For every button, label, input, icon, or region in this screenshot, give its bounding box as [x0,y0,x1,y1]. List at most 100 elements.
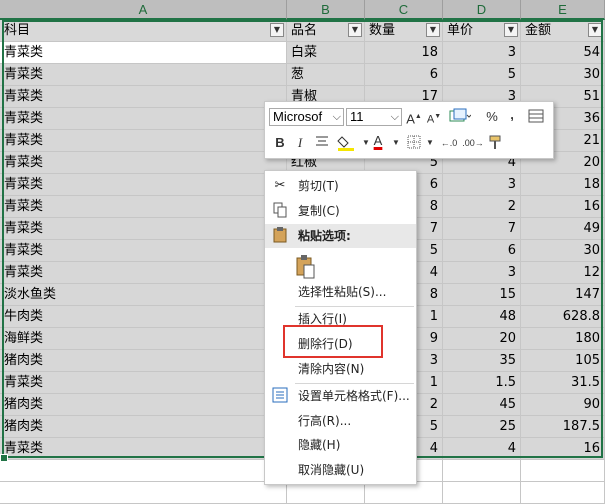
table-cell[interactable]: 葱 [287,64,365,86]
table-cell[interactable]: 1.5 [443,372,521,394]
header-cell[interactable]: 单价 ▼ [443,20,521,42]
menu-item-unhide[interactable]: 取消隐藏(U) [265,458,416,482]
format-table-icon[interactable] [527,108,545,126]
empty-cell[interactable] [443,460,521,482]
filter-dropdown-icon[interactable]: ▼ [426,23,440,37]
table-cell[interactable]: 猪肉类 [0,350,287,372]
table-cell[interactable]: 青菜类 [0,152,287,174]
increase-font-icon[interactable]: A▲ [405,108,423,126]
table-cell[interactable]: 4 [443,438,521,460]
header-cell[interactable]: 数量 ▼ [365,20,443,42]
fill-handle[interactable] [0,454,8,462]
table-cell[interactable]: 147 [521,284,605,306]
table-cell[interactable]: 3 [443,262,521,284]
format-painter-icon[interactable] [487,134,505,152]
table-cell[interactable]: 青菜类 [0,218,287,240]
table-cell[interactable]: 35 [443,350,521,372]
table-cell[interactable]: 90 [521,394,605,416]
table-cell[interactable]: 青菜类 [0,196,287,218]
table-cell[interactable]: 31.5 [521,372,605,394]
empty-cell[interactable] [0,482,287,504]
menu-item-format-cells[interactable]: 设置单元格格式(F)... [265,384,416,408]
table-cell[interactable]: 30 [521,64,605,86]
menu-item-clear-contents[interactable]: 清除内容(N) [265,357,416,381]
table-cell[interactable]: 牛肉类 [0,306,287,328]
table-cell[interactable]: 187.5 [521,416,605,438]
table-cell[interactable]: 青菜类 [0,86,287,108]
comma-style-button[interactable]: , [503,106,521,124]
table-cell[interactable]: 青菜类 [0,42,287,64]
empty-cell[interactable] [0,460,287,482]
table-cell[interactable]: 青菜类 [0,174,287,196]
table-cell[interactable]: 15 [443,284,521,306]
menu-item-insert-row[interactable]: 插入行(I) [265,307,416,331]
column-header-c[interactable]: C [365,0,443,20]
menu-item-paste-special[interactable]: 选择性粘贴(S)... [265,280,416,304]
table-cell[interactable]: 6 [443,240,521,262]
font-color-button[interactable]: A [369,132,387,150]
menu-item-row-height[interactable]: 行高(R)... [265,409,416,433]
align-center-icon[interactable] [313,134,331,152]
empty-cell[interactable] [443,482,521,504]
table-cell[interactable]: 49 [521,218,605,240]
table-cell[interactable]: 628.8 [521,306,605,328]
table-cell[interactable]: 16 [521,196,605,218]
italic-button[interactable]: I [291,134,309,152]
decrease-font-icon[interactable]: A▼ [425,108,443,126]
table-cell[interactable]: 猪肉类 [0,416,287,438]
table-cell[interactable]: 青菜类 [0,108,287,130]
paste-button[interactable] [265,251,416,281]
table-cell[interactable]: 105 [521,350,605,372]
empty-cell[interactable] [521,482,605,504]
filter-dropdown-icon[interactable]: ▼ [504,23,518,37]
table-cell[interactable]: 青菜类 [0,240,287,262]
table-cell[interactable]: 18 [521,174,605,196]
table-cell[interactable]: 青菜类 [0,438,287,460]
table-cell[interactable]: 12 [521,262,605,284]
percent-style-button[interactable]: % [483,108,501,126]
table-cell[interactable]: 45 [443,394,521,416]
table-cell[interactable]: 青菜类 [0,372,287,394]
column-header-a[interactable]: A [0,0,287,20]
bold-button[interactable]: B [271,134,289,152]
table-cell[interactable]: 7 [443,218,521,240]
header-cell[interactable]: 科目 ▼ [0,20,287,42]
decrease-decimal-icon[interactable]: .00→ [461,134,485,152]
table-cell[interactable]: 青菜类 [0,262,287,284]
table-cell[interactable]: 20 [443,328,521,350]
table-cell[interactable]: 白菜 [287,42,365,64]
table-cell[interactable]: 180 [521,328,605,350]
table-cell[interactable]: 18 [365,42,443,64]
filter-dropdown-icon[interactable]: ▼ [588,23,602,37]
menu-item-copy[interactable]: 复制(C) [265,199,416,223]
filter-dropdown-icon[interactable]: ▼ [348,23,362,37]
menu-item-delete-row[interactable]: 删除行(D) [265,332,416,356]
empty-cell[interactable] [521,460,605,482]
table-cell[interactable]: 30 [521,240,605,262]
table-cell[interactable]: 3 [443,42,521,64]
menu-item-cut[interactable]: ✂ 剪切(T) [265,174,416,198]
table-cell[interactable]: 16 [521,438,605,460]
header-cell[interactable]: 品名 ▼ [287,20,365,42]
table-cell[interactable]: 48 [443,306,521,328]
table-cell[interactable]: 54 [521,42,605,64]
empty-cell[interactable] [365,482,443,504]
column-header-d[interactable]: D [443,0,521,20]
table-cell[interactable]: 6 [365,64,443,86]
filter-active-icon[interactable]: ▼ [270,23,284,37]
number-format-icon[interactable] [447,108,473,126]
chevron-down-icon[interactable]: ▼ [387,134,405,152]
table-cell[interactable]: 2 [443,196,521,218]
font-name-dropdown[interactable]: Microsof ⌵ [269,108,344,126]
header-cell[interactable]: 金额 ▼ [521,20,605,42]
column-header-e[interactable]: E [521,0,605,20]
table-cell[interactable]: 25 [443,416,521,438]
fill-color-icon[interactable] [337,134,355,152]
empty-cell[interactable] [287,482,365,504]
increase-decimal-icon[interactable]: ←.0 [437,134,461,152]
table-cell[interactable]: 淡水鱼类 [0,284,287,306]
column-header-b[interactable]: B [287,0,365,20]
table-cell[interactable]: 3 [443,174,521,196]
table-cell[interactable]: 青菜类 [0,130,287,152]
font-size-dropdown[interactable]: 11 ⌵ [346,108,402,126]
